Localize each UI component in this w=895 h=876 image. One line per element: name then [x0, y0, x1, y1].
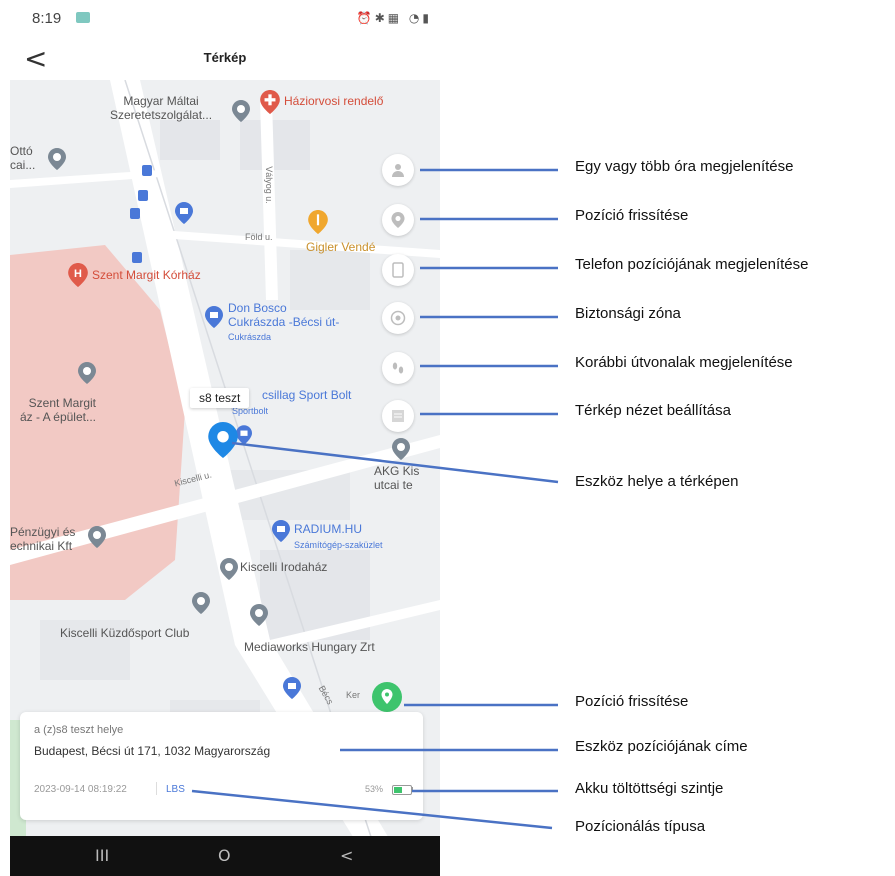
route-history-button[interactable] — [382, 352, 414, 384]
phone-icon — [392, 262, 404, 278]
show-watches-button[interactable] — [382, 154, 414, 186]
label-radium: RADIUM.HU — [294, 522, 362, 536]
status-bar: 8:19 ⏰✱▦ ◔▮ — [10, 0, 440, 38]
device-tooltip: s8 teszt — [190, 388, 250, 408]
label-szent-margit-korhaz: Szent Margit Kórház — [92, 268, 201, 282]
label-cukraszda: Cukrászda — [228, 332, 272, 342]
safe-zone-button[interactable] — [382, 302, 414, 334]
label-gigler: Gigler Vendé — [306, 240, 376, 254]
annotation-battery: Akku töltöttségi szintje — [575, 780, 724, 797]
annotation-refresh-position-green: Pozíció frissítése — [575, 693, 689, 710]
shop-pin-icon[interactable] — [175, 202, 193, 224]
annotation-show-watches: Egy vagy több óra megjelenítése — [575, 158, 794, 175]
penzugyi-pin-icon[interactable] — [88, 526, 106, 548]
person-icon — [392, 164, 404, 177]
label-szent-margit-epulet: Szent Margit áz - A épület... — [19, 396, 96, 424]
annotation-refresh-position: Pozíció frissítése — [575, 207, 689, 224]
label-akg: AKG Kis utcai te — [374, 464, 420, 492]
bakery-pin-icon[interactable] — [205, 306, 223, 328]
divider — [156, 782, 157, 795]
map-view-settings-button[interactable] — [382, 400, 414, 432]
location-pin-icon — [391, 212, 405, 228]
label-valyog: Vályog u. — [263, 166, 274, 204]
app-header: < Térkép — [10, 38, 440, 80]
label-don-bosco: Don Bosco Cukrászda -Bécsi út- — [228, 301, 340, 329]
annotation-device-location: Eszköz helye a térképen — [575, 473, 739, 490]
weather-icon — [76, 12, 90, 23]
device-address: Budapest, Bécsi út 171, 1032 Magyarorszá… — [34, 744, 271, 758]
label-kiscelli-irodahaz: Kiscelli Irodaház — [240, 560, 328, 574]
page-title: Térkép — [203, 50, 247, 65]
otto-pin-icon[interactable] — [48, 148, 66, 170]
battery-icon — [392, 785, 412, 795]
label-mediaworks: Mediaworks Hungary Zrt — [244, 640, 375, 654]
status-icons: ⏰✱▦ ◔▮ — [356, 11, 432, 25]
label-haziorvos: Háziorvosi rendelő — [284, 94, 384, 108]
refresh-position-button[interactable] — [382, 204, 414, 236]
status-time: 8:19 — [32, 10, 62, 27]
nav-back-button[interactable]: < — [340, 846, 353, 865]
battery-fill — [394, 787, 402, 793]
label-ker: Ker — [346, 690, 361, 700]
label-szamitogep: Számítógép-szaküzlet — [294, 540, 383, 550]
restaurant-pin-icon[interactable] — [308, 210, 328, 234]
sport-shop-pin-icon[interactable] — [236, 425, 252, 445]
annotation-phone-position: Telefon pozíciójának megjelenítése — [575, 256, 809, 273]
label-fold: Föld u. — [245, 232, 273, 242]
home-button[interactable]: O — [218, 846, 231, 865]
kuzdosport-pin-icon[interactable] — [192, 592, 210, 614]
maltai-pin-icon[interactable] — [232, 100, 250, 122]
label-kuzdosport: Kiscelli Küzdősport Club — [60, 626, 190, 640]
label-penzugyi: Pénzügyi és echnikai Kft — [10, 525, 76, 553]
recents-button[interactable]: III — [95, 846, 109, 865]
szent-margit-pin-icon[interactable] — [78, 362, 96, 384]
hospital-cross-icon[interactable] — [260, 90, 280, 114]
annotation-route-history: Korábbi útvonalak megjelenítése — [575, 354, 793, 371]
position-timestamp: 2023-09-14 08:19:22 — [34, 784, 127, 795]
svg-text:H: H — [74, 268, 82, 280]
device-location-pin-icon[interactable] — [208, 422, 238, 458]
annotation-device-address: Eszköz pozíciójának címe — [575, 738, 748, 755]
cart-pin-icon[interactable] — [283, 677, 301, 699]
info-card: a (z)s8 teszt helye Budapest, Bécsi út 1… — [20, 712, 423, 820]
annotation-safe-zone: Biztonsági zóna — [575, 305, 681, 322]
battery-percent: 53% — [365, 784, 384, 794]
kiscelli-irodahaz-pin-icon[interactable] — [220, 558, 238, 580]
refresh-position-green-icon[interactable] — [372, 682, 402, 712]
hospital-h-icon[interactable]: H — [68, 263, 88, 287]
system-navbar: III O < — [10, 836, 440, 876]
label-maltai: Magyar Máltai Szeretetszolgálat... — [110, 94, 213, 122]
annotation-map-view: Térkép nézet beállítása — [575, 402, 731, 419]
akg-school-pin-icon[interactable] — [392, 438, 410, 460]
annotation-positioning-type: Pozícionálás típusa — [575, 818, 706, 835]
footprints-icon — [392, 362, 404, 374]
battery-tip — [411, 787, 413, 791]
safe-zone-icon — [390, 310, 406, 326]
phone-screen: 8:19 ⏰✱▦ ◔▮ < Térkép H Magyar Máltai Sze… — [10, 0, 440, 876]
label-sport-bolt: csillag Sport Bolt — [262, 388, 352, 402]
positioning-type[interactable]: LBS — [166, 784, 185, 795]
info-title: a (z)s8 teszt helye — [34, 724, 124, 736]
label-otto: Ottó cai... — [10, 144, 36, 172]
mediaworks-pin-icon[interactable] — [250, 604, 268, 626]
show-phone-position-button[interactable] — [382, 254, 414, 286]
layers-icon — [392, 410, 404, 422]
radium-pin-icon[interactable] — [272, 520, 290, 542]
